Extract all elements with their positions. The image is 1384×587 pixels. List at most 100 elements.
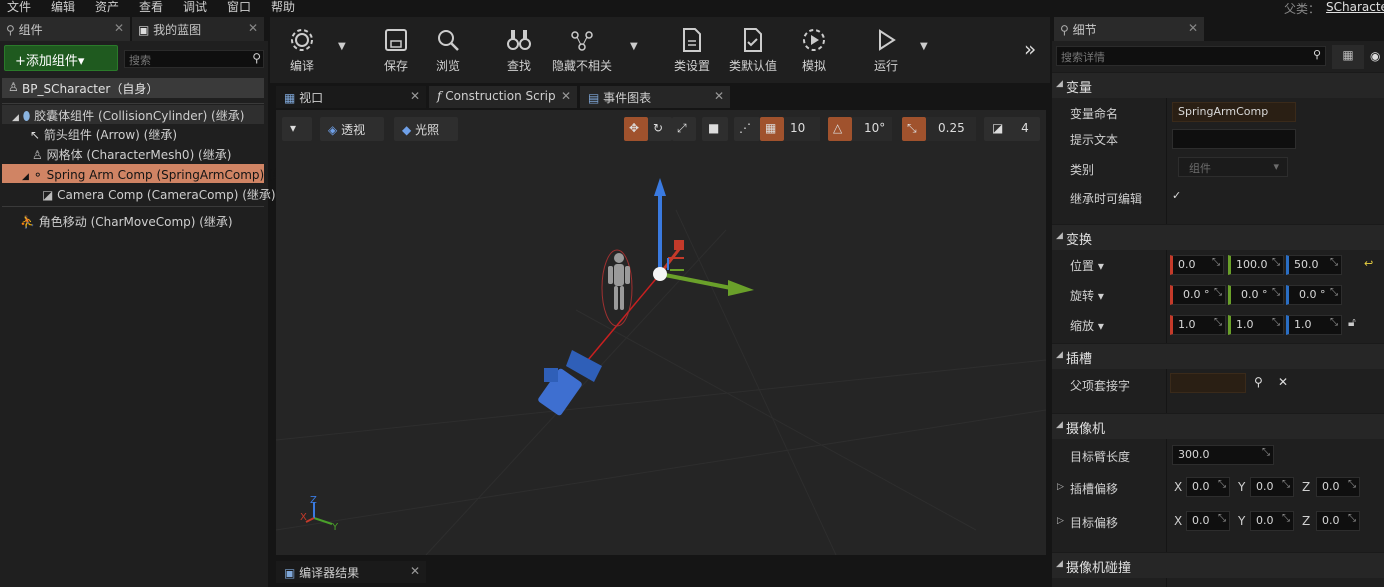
- simulate-button[interactable]: 模拟: [784, 25, 844, 77]
- add-component-button[interactable]: +添加组件▾: [4, 45, 118, 71]
- scale-tool-button[interactable]: ⤢: [672, 117, 696, 141]
- eye-icon[interactable]: ◉: [1370, 49, 1380, 63]
- tab-viewport[interactable]: ▦ 视口 ✕: [276, 86, 426, 108]
- close-icon[interactable]: ✕: [1188, 21, 1198, 35]
- location-z-input[interactable]: 50.0 ⤡: [1286, 255, 1342, 275]
- tab-event-graph[interactable]: ▤ 事件图表 ✕: [580, 86, 730, 108]
- menu-window[interactable]: 窗口: [227, 0, 251, 14]
- run-dropdown-icon[interactable]: ▼: [920, 41, 928, 52]
- close-icon[interactable]: ✕: [410, 89, 420, 103]
- tab-compiler-results[interactable]: ▣ 编译器结果 ✕: [276, 561, 426, 583]
- hide-unrelated-button[interactable]: 隐藏不相关: [546, 25, 618, 77]
- grid-snap-toggle[interactable]: ▦: [760, 117, 784, 141]
- location-y-input[interactable]: 100.0 ⤡: [1228, 255, 1284, 275]
- scale-x-input[interactable]: 1.0 ⤡: [1170, 315, 1226, 335]
- tree-item-char-move[interactable]: ⛹ 角色移动 (CharMoveComp) (继承): [20, 211, 264, 230]
- class-settings-button[interactable]: 类设置: [662, 25, 722, 77]
- scale-z-input[interactable]: 1.0 ⤡: [1286, 315, 1342, 335]
- parent-socket-input[interactable]: [1170, 373, 1246, 393]
- components-search-input[interactable]: 搜索 ⚲: [124, 50, 264, 68]
- close-icon[interactable]: ✕: [248, 21, 258, 35]
- expand-arrow-icon[interactable]: ▷: [1057, 482, 1064, 492]
- menu-assets[interactable]: 资产: [95, 0, 119, 14]
- lit-button[interactable]: ◆ 光照: [394, 117, 458, 141]
- scale-y-input[interactable]: 1.0 ⤡: [1228, 315, 1284, 335]
- close-icon[interactable]: ✕: [114, 21, 124, 35]
- class-defaults-button[interactable]: 类默认值: [722, 25, 784, 77]
- browse-button[interactable]: 浏览: [418, 25, 478, 77]
- lock-icon[interactable]: 🔓︎: [1348, 315, 1356, 330]
- tooltip-input[interactable]: [1172, 129, 1296, 149]
- location-x-input[interactable]: 0.0 ⤡: [1170, 255, 1224, 275]
- scale-snap-value[interactable]: 0.25: [926, 117, 976, 141]
- tree-item-capsule[interactable]: ◢ ⬮ 胶囊体组件 (CollisionCylinder) (继承): [2, 105, 264, 124]
- scale-snap-toggle[interactable]: ⤡: [902, 117, 926, 141]
- menu-file[interactable]: 文件: [7, 0, 31, 14]
- tab-details[interactable]: ⚲ 细节 ✕: [1054, 17, 1204, 41]
- compile-dropdown-icon[interactable]: ▼: [338, 41, 346, 52]
- var-name-input[interactable]: SpringArmComp: [1172, 102, 1296, 122]
- self-component-row[interactable]: ♙ BP_SCharacter（自身）: [2, 78, 264, 98]
- category-select[interactable]: 组件 ▾: [1178, 157, 1288, 177]
- tree-item-camera[interactable]: ◪ Camera Comp (CameraComp) (继承): [42, 184, 276, 203]
- expand-toolbar-icon[interactable]: »: [1024, 37, 1036, 61]
- rotation-label[interactable]: 旋转 ▾: [1070, 287, 1104, 304]
- arm-length-input[interactable]: 300.0 ⤡: [1172, 445, 1274, 465]
- surface-snap-button[interactable]: ⋰: [734, 117, 760, 141]
- perspective-button[interactable]: ◈ 透视: [320, 117, 384, 141]
- target-offset-z-input[interactable]: 0.0 ⤡: [1316, 511, 1360, 531]
- expand-arrow-icon[interactable]: ▷: [1057, 516, 1064, 526]
- translate-tool-button[interactable]: ✥: [624, 117, 648, 141]
- section-camera-collision[interactable]: ◢ 摄像机碰撞: [1052, 552, 1384, 578]
- search-icon[interactable]: ⚲: [1254, 375, 1263, 389]
- compile-button[interactable]: 编译: [272, 25, 332, 77]
- menu-edit[interactable]: 编辑: [51, 0, 75, 14]
- tab-construction-script[interactable]: f Construction Scrip ✕: [429, 86, 577, 108]
- target-offset-y-input[interactable]: 0.0 ⤡: [1250, 511, 1294, 531]
- section-socket[interactable]: ◢ 插槽: [1052, 343, 1384, 369]
- parent-class-link[interactable]: SCharacte: [1326, 0, 1384, 14]
- clear-icon[interactable]: ✕: [1278, 375, 1288, 389]
- tree-item-spring-arm[interactable]: ◢ ⚬ Spring Arm Comp (SpringArmComp) (继承: [2, 164, 297, 183]
- tree-item-mesh[interactable]: ♙ 网格体 (CharacterMesh0) (继承): [32, 144, 264, 163]
- run-button[interactable]: 运行: [856, 25, 916, 77]
- save-button[interactable]: 保存: [366, 25, 426, 77]
- tab-components[interactable]: ⚲ 组件 ✕: [0, 17, 130, 41]
- details-search-input[interactable]: 搜索详情 ⚲: [1056, 46, 1326, 66]
- tab-my-blueprint[interactable]: ▣ 我的蓝图 ✕: [132, 17, 264, 41]
- location-label[interactable]: 位置 ▾: [1070, 257, 1104, 274]
- hide-dropdown-icon[interactable]: ▼: [630, 41, 638, 52]
- menu-view[interactable]: 查看: [139, 0, 163, 14]
- world-local-button[interactable]: ■: [702, 117, 728, 141]
- viewport[interactable]: Y Z X ▾ ◈ 透视 ◆ 光照 ✥ ↻ ⤢ ■ ⋰ ▦ 10 △ 10° ⤡…: [276, 110, 1046, 555]
- section-variable[interactable]: ◢ 变量: [1052, 72, 1384, 98]
- close-icon[interactable]: ✕: [410, 564, 420, 578]
- menu-debug[interactable]: 调试: [183, 0, 207, 14]
- section-transform[interactable]: ◢ 变换: [1052, 224, 1384, 250]
- property-matrix-button[interactable]: ▦: [1332, 45, 1364, 69]
- socket-offset-y-input[interactable]: 0.0 ⤡: [1250, 477, 1294, 497]
- socket-offset-z-input[interactable]: 0.0 ⤡: [1316, 477, 1360, 497]
- close-icon[interactable]: ✕: [714, 89, 724, 103]
- camera-speed-button[interactable]: ◪ 4: [984, 117, 1040, 141]
- close-icon[interactable]: ✕: [561, 89, 571, 103]
- editable-checkbox[interactable]: ✓: [1172, 190, 1184, 202]
- rotation-snap-value[interactable]: 10°: [852, 117, 892, 141]
- transform-gizmo[interactable]: [653, 178, 754, 296]
- rotation-z-input[interactable]: 0.0 ° ⤡: [1286, 285, 1342, 305]
- rotation-x-input[interactable]: 0.0 ° ⤡: [1170, 285, 1226, 305]
- menu-help[interactable]: 帮助: [271, 0, 295, 14]
- reset-arrow-icon[interactable]: ↩: [1364, 257, 1373, 270]
- rotate-tool-button[interactable]: ↻: [648, 117, 672, 141]
- arm-length-label: 目标臂长度: [1070, 450, 1131, 464]
- tree-item-arrow[interactable]: ↖ 箭头组件 (Arrow) (继承): [30, 124, 264, 143]
- section-camera[interactable]: ◢ 摄像机: [1052, 413, 1384, 439]
- scale-label[interactable]: 缩放 ▾: [1070, 317, 1104, 334]
- find-button[interactable]: 查找: [489, 25, 549, 77]
- target-offset-x-input[interactable]: 0.0 ⤡: [1186, 511, 1230, 531]
- viewport-options-button[interactable]: ▾: [282, 117, 312, 141]
- rotation-y-input[interactable]: 0.0 ° ⤡: [1228, 285, 1284, 305]
- rotation-snap-toggle[interactable]: △: [828, 117, 852, 141]
- socket-offset-x-input[interactable]: 0.0 ⤡: [1186, 477, 1230, 497]
- grid-snap-value[interactable]: 10: [784, 117, 820, 141]
